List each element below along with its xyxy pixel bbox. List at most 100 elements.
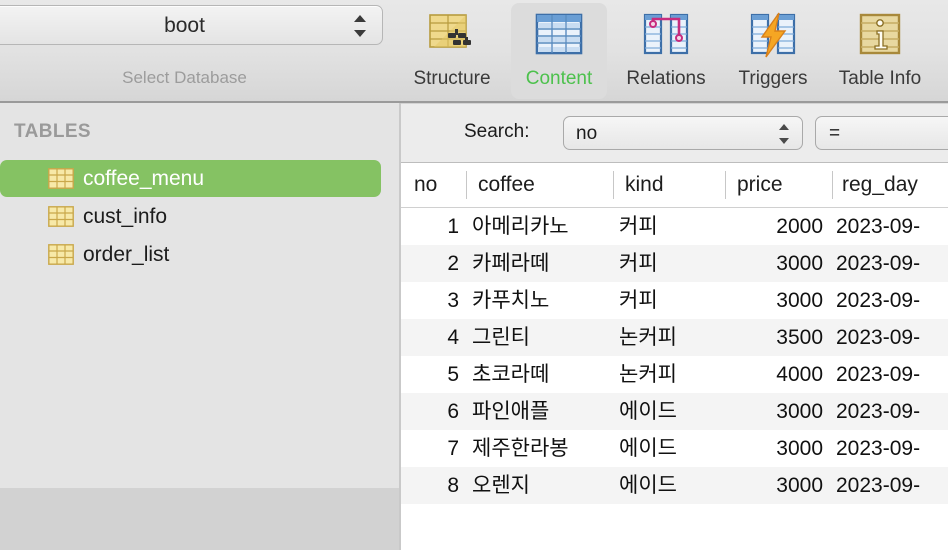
table-row[interactable]: 3 카푸치노 커피 3000 2023-09- — [401, 282, 948, 319]
search-label: Search: — [464, 121, 530, 142]
select-database-popup[interactable]: boot — [0, 5, 383, 45]
tab-table-info-label: Table Info — [838, 68, 922, 89]
sidebar-item-order-list[interactable]: order_list — [0, 236, 381, 273]
cell-kind[interactable]: 논커피 — [619, 356, 719, 393]
cell-coffee[interactable]: 제주한라봉 — [472, 430, 607, 467]
cell-reg-day[interactable]: 2023-09- — [836, 282, 948, 319]
cell-kind[interactable]: 에이드 — [619, 467, 719, 504]
column-header-reg-day[interactable]: reg_day — [842, 163, 948, 207]
column-divider[interactable] — [613, 171, 614, 199]
cell-price[interactable]: 2000 — [719, 208, 823, 245]
table-row[interactable]: 1 아메리카노 커피 2000 2023-09- — [401, 208, 948, 245]
table-icon — [48, 244, 74, 265]
cell-coffee[interactable]: 카페라떼 — [472, 245, 607, 282]
cell-no[interactable]: 2 — [401, 245, 459, 282]
sidebar-item-cust-info-label: cust_info — [83, 205, 168, 228]
tab-triggers-label: Triggers — [738, 68, 808, 89]
cell-kind[interactable]: 에이드 — [619, 430, 719, 467]
column-header-no[interactable]: no — [414, 163, 464, 207]
cell-price[interactable]: 3000 — [719, 282, 823, 319]
table-structure-icon — [429, 14, 471, 48]
updown-chevron-icon — [354, 14, 368, 38]
toolbar: boot Select Database Structure Content R… — [0, 0, 948, 103]
cell-no[interactable]: 4 — [401, 319, 459, 356]
cell-no[interactable]: 6 — [401, 393, 459, 430]
cell-coffee[interactable]: 아메리카노 — [472, 208, 607, 245]
cell-price[interactable]: 3000 — [719, 430, 823, 467]
cell-no[interactable]: 8 — [401, 467, 459, 504]
cell-coffee[interactable]: 그린티 — [472, 319, 607, 356]
cell-reg-day[interactable]: 2023-09- — [836, 430, 948, 467]
table-row[interactable]: 4 그린티 논커피 3500 2023-09- — [401, 319, 948, 356]
tab-table-info[interactable]: Table Info — [832, 3, 928, 99]
cell-kind[interactable]: 에이드 — [619, 393, 719, 430]
cell-price[interactable]: 3000 — [719, 245, 823, 282]
search-field-select[interactable]: no — [563, 116, 803, 150]
sidebar-footer-area — [0, 488, 401, 550]
sidebar-section-header: TABLES — [14, 121, 91, 142]
cell-price[interactable]: 3000 — [719, 393, 823, 430]
cell-kind[interactable]: 커피 — [619, 208, 719, 245]
cell-coffee[interactable]: 오렌지 — [472, 467, 607, 504]
table-content-icon — [535, 13, 583, 55]
column-header-price[interactable]: price — [737, 163, 827, 207]
cell-reg-day[interactable]: 2023-09- — [836, 467, 948, 504]
cell-price[interactable]: 3500 — [719, 319, 823, 356]
content-pane: Search: no = no coffee kind price reg_da… — [401, 103, 948, 550]
tab-triggers[interactable]: Triggers — [725, 3, 821, 99]
cell-no[interactable]: 5 — [401, 356, 459, 393]
table-triggers-icon — [750, 12, 796, 58]
updown-chevron-icon — [779, 124, 791, 144]
cell-coffee[interactable]: 초코라떼 — [472, 356, 607, 393]
column-header-kind[interactable]: kind — [625, 163, 720, 207]
table-row[interactable]: 2 카페라떼 커피 3000 2023-09- — [401, 245, 948, 282]
sequel-pro-window: boot Select Database Structure Content R… — [0, 0, 948, 550]
cell-no[interactable]: 7 — [401, 430, 459, 467]
search-bar: Search: no = — [401, 103, 948, 163]
tab-relations-label: Relations — [626, 68, 706, 89]
column-divider[interactable] — [466, 171, 467, 199]
cell-price[interactable]: 4000 — [719, 356, 823, 393]
sidebar-item-cust-info[interactable]: cust_info — [0, 198, 381, 235]
tab-content[interactable]: Content — [511, 3, 607, 99]
table-row[interactable]: 5 초코라떼 논커피 4000 2023-09- — [401, 356, 948, 393]
table-info-icon — [859, 13, 901, 55]
column-divider[interactable] — [725, 171, 726, 199]
sidebar-item-order-list-label: order_list — [83, 243, 170, 266]
table-icon — [48, 168, 74, 189]
table-relations-icon — [643, 13, 689, 55]
cell-no[interactable]: 1 — [401, 208, 459, 245]
select-database-value: boot — [164, 14, 205, 37]
tables-sidebar: TABLES coffee_menu cust_info order_list — [0, 103, 401, 550]
tab-content-label: Content — [525, 68, 593, 89]
table-row[interactable]: 8 오렌지 에이드 3000 2023-09- — [401, 467, 948, 504]
cell-coffee[interactable]: 파인애플 — [472, 393, 607, 430]
tab-relations[interactable]: Relations — [618, 3, 714, 99]
table-row[interactable]: 6 파인애플 에이드 3000 2023-09- — [401, 393, 948, 430]
sidebar-item-coffee-menu[interactable]: coffee_menu — [0, 160, 381, 197]
cell-coffee[interactable]: 카푸치노 — [472, 282, 607, 319]
cell-reg-day[interactable]: 2023-09- — [836, 356, 948, 393]
data-grid-header: no coffee kind price reg_day — [401, 163, 948, 208]
cell-reg-day[interactable]: 2023-09- — [836, 208, 948, 245]
search-operator-value: = — [829, 123, 841, 144]
table-icon — [48, 206, 74, 227]
cell-no[interactable]: 3 — [401, 282, 459, 319]
cell-kind[interactable]: 커피 — [619, 282, 719, 319]
cell-price[interactable]: 3000 — [719, 467, 823, 504]
table-row[interactable]: 7 제주한라봉 에이드 3000 2023-09- — [401, 430, 948, 467]
cell-kind[interactable]: 커피 — [619, 245, 719, 282]
cell-reg-day[interactable]: 2023-09- — [836, 245, 948, 282]
search-field-value: no — [576, 123, 598, 144]
data-grid[interactable]: no coffee kind price reg_day 1 아메리카노 커피 … — [401, 163, 948, 550]
cell-kind[interactable]: 논커피 — [619, 319, 719, 356]
column-divider[interactable] — [832, 171, 833, 199]
cell-reg-day[interactable]: 2023-09- — [836, 393, 948, 430]
select-database-caption: Select Database — [122, 68, 247, 87]
tab-structure[interactable]: Structure — [404, 3, 500, 99]
sidebar-item-coffee-menu-label: coffee_menu — [83, 167, 205, 190]
cell-reg-day[interactable]: 2023-09- — [836, 319, 948, 356]
column-header-coffee[interactable]: coffee — [478, 163, 608, 207]
search-operator-select[interactable]: = — [815, 116, 948, 150]
tab-structure-label: Structure — [413, 68, 491, 89]
